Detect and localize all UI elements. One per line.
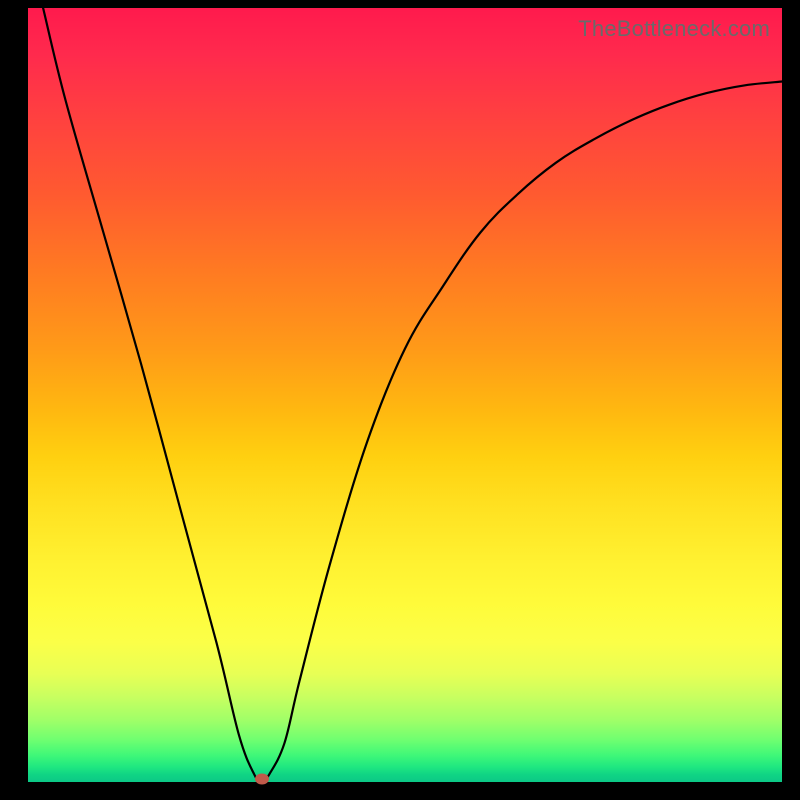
curve-minimum-marker [255, 774, 269, 785]
chart-curve [28, 8, 782, 782]
watermark-label: TheBottleneck.com [578, 16, 770, 42]
chart-frame: TheBottleneck.com [28, 8, 782, 782]
